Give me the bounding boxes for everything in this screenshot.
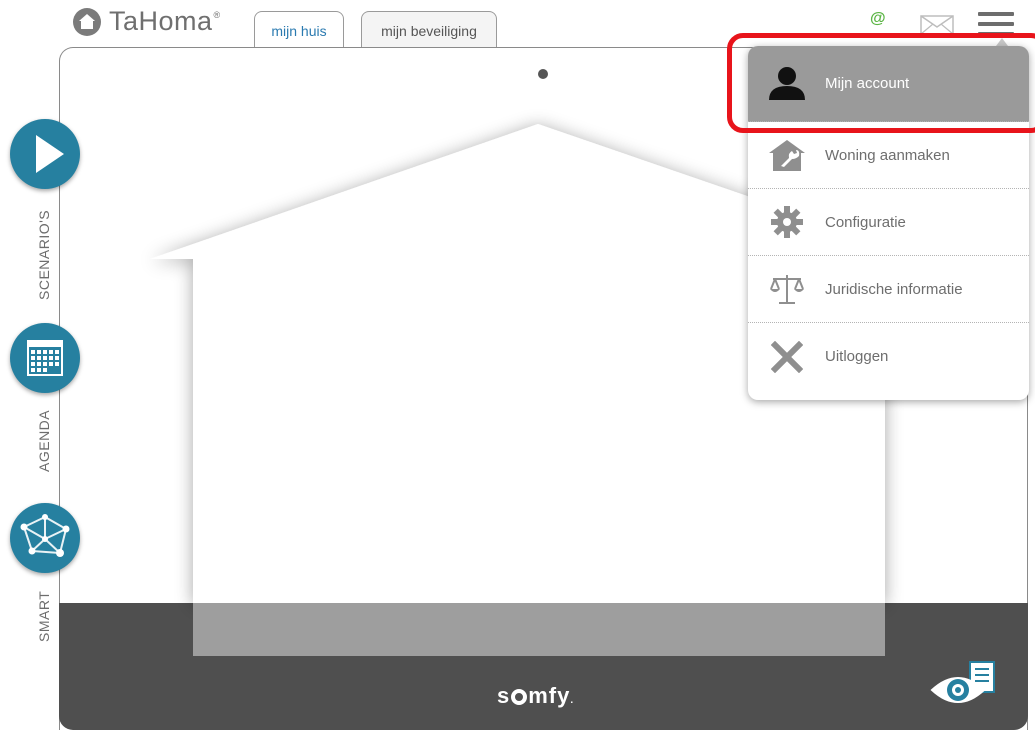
smart-label: SMART xyxy=(36,590,52,642)
smart-button[interactable] xyxy=(10,503,80,573)
menu-label-configuratie: Configuratie xyxy=(825,213,906,231)
somfy-logo: s mfy. xyxy=(497,683,575,708)
calendar-icon xyxy=(27,340,63,376)
gear-icon xyxy=(767,202,807,242)
menu-item-configuratie[interactable]: Configuratie xyxy=(748,189,1029,256)
highlight-annotation xyxy=(727,33,1035,133)
menu-label-uitloggen: Uitloggen xyxy=(825,348,889,365)
play-icon xyxy=(36,135,64,173)
scales-icon xyxy=(767,269,807,309)
menu-item-juridische-informatie[interactable]: Juridische informatie xyxy=(748,256,1029,323)
menu-label-woning-aanmaken: Woning aanmaken xyxy=(825,146,950,164)
house-wrench-icon xyxy=(767,135,807,175)
agenda-label: AGENDA xyxy=(36,409,52,472)
agenda-button[interactable] xyxy=(10,323,80,393)
scenarios-button[interactable] xyxy=(10,119,80,189)
close-icon xyxy=(767,337,807,377)
network-icon xyxy=(20,514,70,557)
menu-item-uitloggen[interactable]: Uitloggen xyxy=(748,323,1029,390)
scenarios-label: SCENARIO'S xyxy=(36,209,52,300)
menu-label-juridische-informatie: Juridische informatie xyxy=(825,280,963,298)
eye-document-icon[interactable] xyxy=(930,660,1002,708)
